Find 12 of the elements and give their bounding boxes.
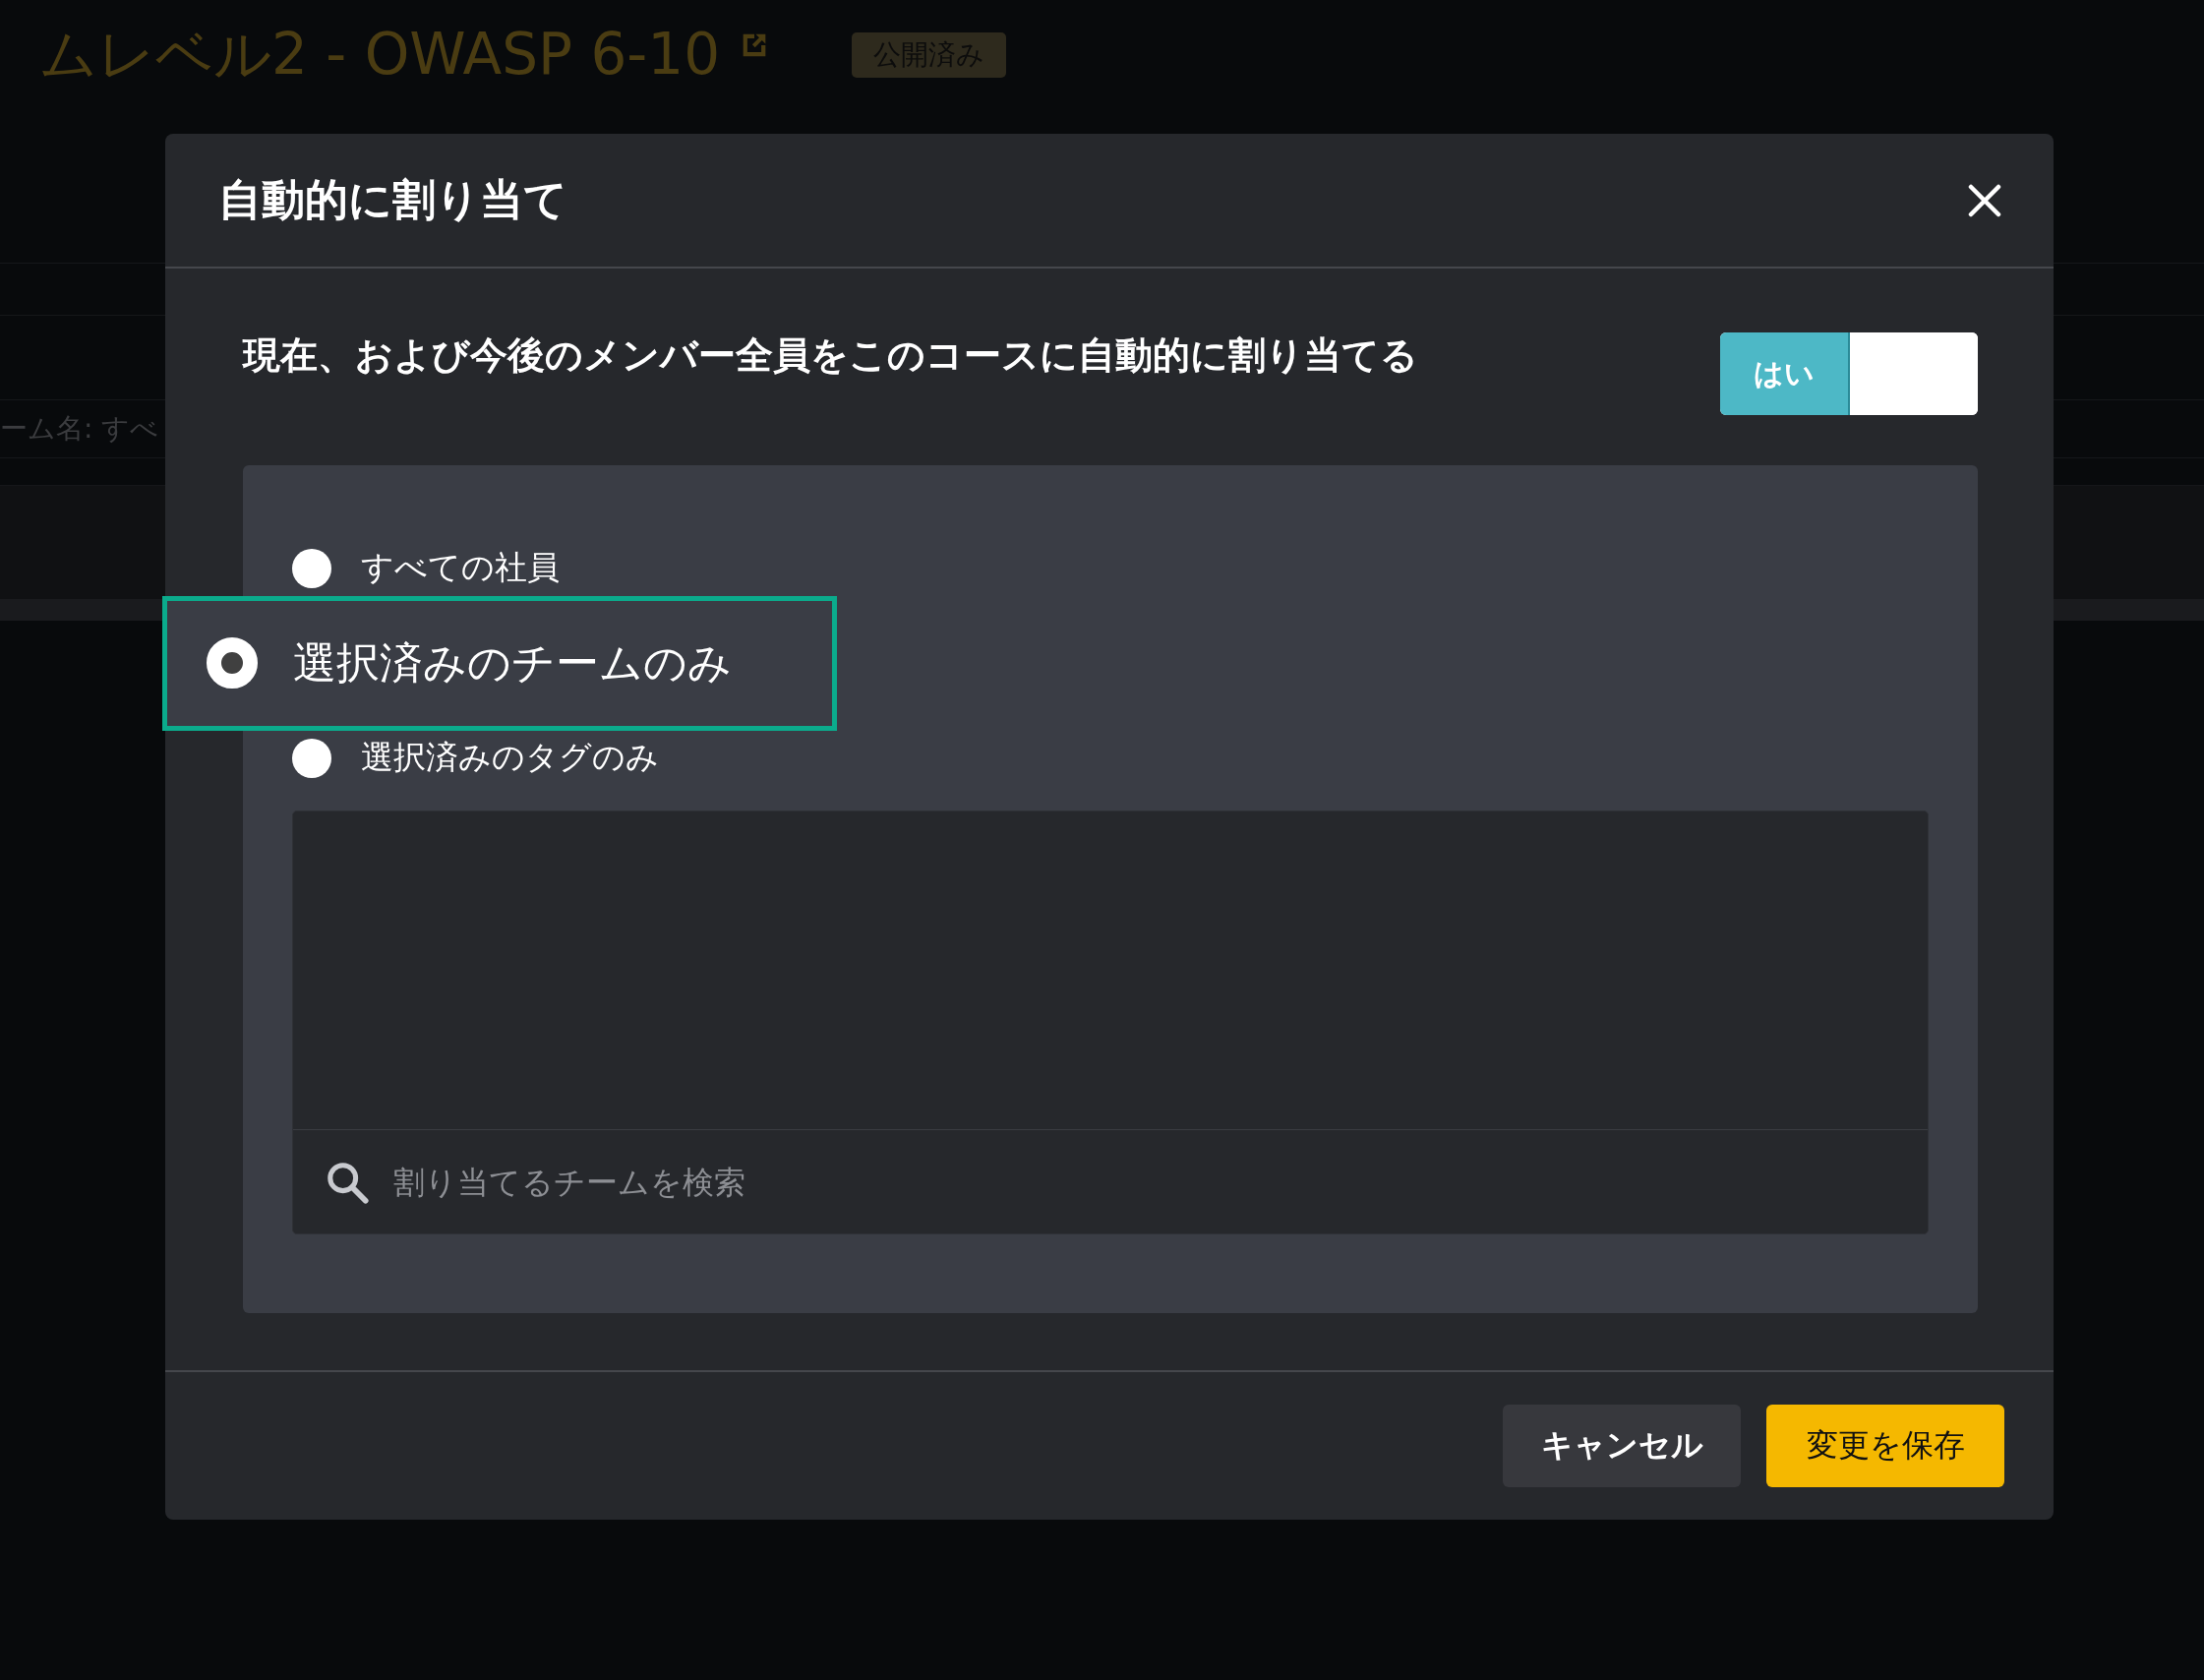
page-title: ムレベル2 - OWASP 6-10	[39, 20, 721, 90]
option-label[interactable]: すべての社員	[361, 546, 560, 591]
search-field[interactable]: 割り当てるチームを検索	[391, 1162, 1928, 1202]
auto-assign-label: 現在、および今後のメンバー全員をこのコースに自動的に割り当てる	[243, 332, 1418, 379]
option-label[interactable]: 選択済みのチームのみ	[293, 633, 732, 692]
radio-button[interactable]	[292, 548, 331, 588]
radio-button[interactable]	[292, 738, 331, 778]
save-button[interactable]: 変更を保存	[1766, 1405, 2004, 1487]
cancel-button[interactable]: キャンセル	[1503, 1405, 1741, 1487]
radio-button[interactable]	[207, 637, 258, 690]
option-label[interactable]: 選択済みのタグのみ	[361, 736, 659, 781]
dialog-title: 自動的に割り当て	[218, 173, 567, 226]
